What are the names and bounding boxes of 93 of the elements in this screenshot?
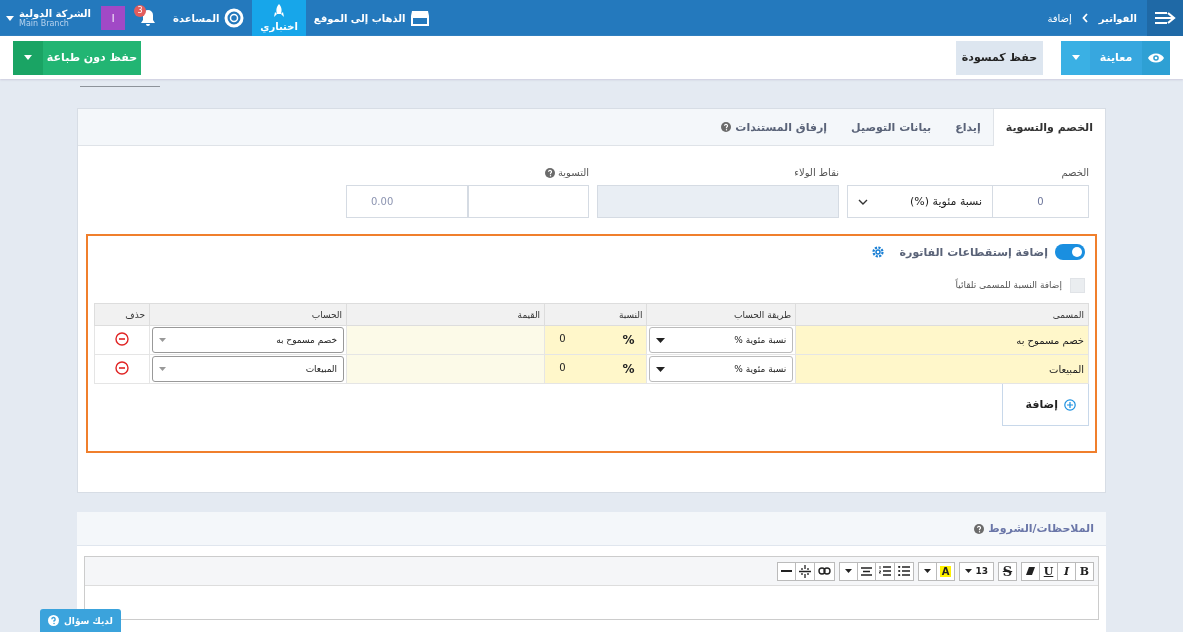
eye-icon — [1147, 51, 1165, 64]
caret-icon — [159, 338, 166, 342]
caret-icon — [844, 569, 852, 573]
menu-toggle-button[interactable] — [1147, 0, 1183, 36]
caret-icon — [24, 55, 32, 60]
strike-button[interactable]: S — [998, 561, 1017, 581]
bullets-button[interactable] — [893, 561, 914, 581]
size-button[interactable]: 13 — [959, 561, 994, 581]
tab[interactable]: بيانات التوصيل — [839, 109, 944, 145]
breadcrumb-link[interactable]: الفواتير — [1098, 12, 1137, 24]
caret-icon — [159, 367, 166, 371]
caret-icon — [656, 366, 666, 372]
discount-input[interactable]: 0 — [992, 185, 1089, 218]
highlight-button[interactable]: A — [935, 561, 956, 581]
unlink-icon — [798, 564, 811, 578]
store-icon — [410, 10, 431, 26]
remove-icon[interactable] — [115, 361, 129, 375]
eraser-icon — [1025, 566, 1036, 576]
horizontal-rule-icon — [780, 570, 792, 572]
rule-button[interactable] — [776, 561, 796, 581]
caret-icon — [965, 569, 973, 573]
caret-icon — [656, 337, 666, 343]
rate-value: 0 — [559, 333, 566, 346]
help-icon — [48, 615, 59, 626]
caret-icon — [6, 15, 14, 21]
eraser-button[interactable] — [1021, 561, 1040, 581]
percent-sign: % — [622, 333, 635, 347]
user-avatar[interactable]: ا — [101, 6, 126, 30]
field-label: التسوية — [557, 167, 589, 178]
notification-badge: 3 — [134, 5, 147, 17]
checkbox[interactable] — [1070, 277, 1085, 293]
align-button[interactable] — [856, 561, 876, 581]
column-header: طريقة الحساب — [646, 303, 796, 326]
caret-button[interactable] — [917, 561, 937, 581]
add-row-button[interactable]: إضافة — [1002, 384, 1089, 426]
tab[interactable]: إيداع — [943, 109, 993, 145]
rate-value: 0 — [559, 362, 566, 375]
save-draft-button[interactable]: حفظ كمسودة — [956, 40, 1043, 75]
table-cell: خصم مسموح به — [795, 325, 1089, 355]
nav-link[interactable]: المساعدة — [165, 0, 253, 36]
tab[interactable]: إرفاق المستندات — [709, 109, 840, 145]
caret-icon — [1071, 55, 1080, 60]
italic-button[interactable]: I — [1057, 561, 1076, 581]
notifications-button[interactable]: 3 — [131, 0, 166, 36]
account-select[interactable]: المبيعات — [152, 356, 345, 382]
help-icon — [721, 122, 732, 132]
column-header: حذف — [94, 303, 150, 326]
preview-eye-button[interactable] — [1142, 40, 1170, 75]
field-label: نقاط الولاء — [793, 166, 839, 179]
section-title: الملاحظات/الشروط — [988, 522, 1094, 535]
bold-button[interactable]: B — [1075, 561, 1094, 581]
tab[interactable]: الخصم والتسوية — [992, 109, 1105, 146]
column-header: القيمة — [346, 303, 545, 326]
plus-icon — [1064, 398, 1076, 411]
help-icon — [544, 167, 555, 178]
bell-icon — [140, 9, 157, 27]
lifebuoy-icon — [224, 8, 245, 28]
link-button[interactable] — [813, 561, 835, 581]
caret-button[interactable] — [838, 561, 858, 581]
rocket-icon — [273, 4, 286, 18]
section-title: إضافة إستقطاعات الفاتورة — [899, 245, 1048, 259]
calculation-method-select[interactable]: نسبة مئوية % — [649, 327, 794, 353]
settlement-total-input[interactable]: 0.00 — [346, 185, 468, 218]
column-header: المسمى — [795, 303, 1089, 326]
settlement-input[interactable] — [468, 185, 589, 218]
link-icon — [817, 567, 831, 575]
caret-icon — [923, 569, 931, 573]
field-label: الخصم — [1060, 166, 1089, 179]
checkbox-label: إضافة النسبة للمسمى تلقائياً — [955, 280, 1062, 290]
table-cell: المبيعات — [795, 354, 1089, 384]
calculation-method-select[interactable]: نسبة مئوية % — [649, 356, 794, 382]
bulleted-list-icon — [897, 566, 910, 576]
toggle-switch[interactable] — [1055, 244, 1085, 260]
remove-icon[interactable] — [115, 332, 129, 346]
underline-button[interactable]: U — [1039, 561, 1058, 581]
nav-link[interactable]: الذهاب إلى الموقع — [305, 0, 439, 36]
account-select[interactable]: خصم مسموح به — [152, 327, 345, 353]
numbered-list-icon — [878, 566, 891, 576]
chevron-icon — [1081, 13, 1089, 23]
column-header: الحساب — [149, 303, 347, 326]
menu-arrow-icon — [1154, 10, 1176, 26]
percent-sign: % — [622, 362, 635, 376]
settings-icon[interactable] — [870, 245, 885, 259]
discount-type-select[interactable]: نسبة مئوية (%) — [847, 185, 993, 218]
numbers-button[interactable] — [874, 561, 895, 581]
align-icon — [860, 566, 872, 576]
help-question-button[interactable]: لديك سؤال — [40, 609, 121, 632]
save-dropdown-button[interactable] — [13, 40, 43, 75]
chevron-down-icon — [858, 198, 868, 205]
help-icon — [974, 523, 985, 534]
unlink-button[interactable] — [794, 561, 815, 581]
breadcrumb-link[interactable]: إضافة — [1047, 12, 1072, 24]
column-header: النسبة — [544, 303, 647, 326]
